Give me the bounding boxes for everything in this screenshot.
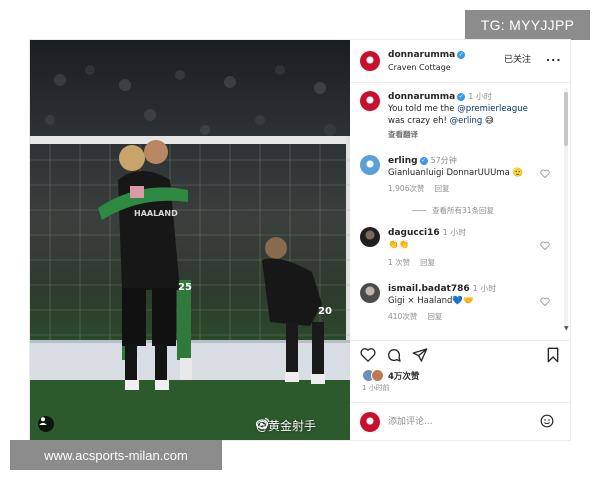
comment-avatar[interactable] xyxy=(360,155,380,175)
add-comment-bar xyxy=(350,402,570,441)
comment-meta: 1,906次赞 回复 xyxy=(388,183,459,194)
bookmark-icon[interactable] xyxy=(546,347,560,363)
liker-avatar xyxy=(371,369,384,382)
photo-scene: HAALAND 25 20 xyxy=(30,65,350,440)
send-icon[interactable] xyxy=(412,347,428,363)
comment-input[interactable] xyxy=(388,415,518,429)
verified-icon: ✓ xyxy=(419,157,428,165)
comment-avatar[interactable] xyxy=(360,227,380,247)
mention-premierleague[interactable]: @premierleague xyxy=(457,104,528,114)
reply-button[interactable]: 回复 xyxy=(420,258,435,267)
tg-badge: TG: MYYJJPP xyxy=(465,10,590,40)
caption-line-1: You told me the @premierleague xyxy=(388,104,528,114)
comment-text: 👏👏 xyxy=(388,240,410,250)
weibo-logo-icon xyxy=(256,417,270,429)
author-username[interactable]: donnarumma ✓ xyxy=(388,50,466,60)
post-side-panel: donnarumma ✓ Craven Cottage 已关注 ... donna… xyxy=(350,40,570,440)
jersey-name: HAALAND xyxy=(134,209,178,218)
weibo-tag: @黄金射手 xyxy=(256,417,316,434)
caption-line-2: was crazy eh! @erling 😅 xyxy=(388,116,494,126)
post-header: donnarumma ✓ Craven Cottage 已关注 ... xyxy=(350,40,570,83)
likes-count[interactable]: 4万次赞 xyxy=(388,370,419,382)
jersey-number-keeper: 25 xyxy=(178,282,192,293)
reply-button[interactable]: 回复 xyxy=(434,184,449,193)
emoji-icon[interactable] xyxy=(540,414,554,428)
comment-username[interactable]: dagucci16 1 小时 xyxy=(388,227,466,238)
comment-like-icon[interactable] xyxy=(540,297,550,306)
translate-link[interactable]: 查看翻译 xyxy=(388,129,418,140)
comment-icon[interactable] xyxy=(386,347,402,363)
instagram-post: HAALAND 25 20 @黄金射手 donnarumma ✓ Craven … xyxy=(30,40,570,440)
heart-icon[interactable] xyxy=(360,347,376,362)
comment-username[interactable]: ismail.badat786 1 小时 xyxy=(388,283,496,294)
author-avatar[interactable] xyxy=(360,51,380,71)
post-photo[interactable]: HAALAND 25 20 @黄金射手 xyxy=(30,40,350,440)
comment-like-icon[interactable] xyxy=(540,169,550,178)
comment-meta: 410次赞 回复 xyxy=(388,311,452,322)
scrollbar-thumb[interactable] xyxy=(564,92,568,146)
comment-meta: 1 次赞 回复 xyxy=(388,257,445,268)
verified-icon: ✓ xyxy=(457,51,466,59)
caption-username[interactable]: donnarumma ✓ 1 小时 xyxy=(388,91,492,102)
comment-like-icon[interactable] xyxy=(540,241,550,250)
comment-username[interactable]: erling ✓ 57分钟 xyxy=(388,155,457,166)
scroll-down-arrow-icon[interactable]: ▼ xyxy=(564,325,569,332)
person-icon[interactable] xyxy=(38,416,54,432)
more-options-icon[interactable]: ... xyxy=(546,51,562,64)
caption-avatar[interactable] xyxy=(360,91,380,111)
current-user-avatar xyxy=(360,412,380,432)
post-timestamp: 1 小时前 xyxy=(362,384,390,392)
comment-text: Gigi × Haaland💙🤝 xyxy=(388,296,474,306)
site-watermark: www.acsports-milan.com xyxy=(10,440,222,470)
post-location[interactable]: Craven Cottage xyxy=(388,63,451,72)
comment-like-count: 1,906次赞 xyxy=(388,184,425,193)
comment-text: Gianluanluigi DonnarUUUma 🫡 xyxy=(388,168,524,178)
comment-like-count: 1 次赞 xyxy=(388,258,411,267)
post-actions: 4万次赞 1 小时前 xyxy=(350,340,570,399)
comment-avatar[interactable] xyxy=(360,283,380,303)
mention-erling[interactable]: @erling xyxy=(450,116,483,126)
comments-list[interactable]: donnarumma ✓ 1 小时 You told me the @premier… xyxy=(350,83,570,351)
follow-status-button[interactable]: 已关注 xyxy=(504,52,531,65)
comments-scrollbar[interactable] xyxy=(564,88,568,328)
likes-summary[interactable]: 4万次赞 xyxy=(362,369,419,382)
reply-button[interactable]: 回复 xyxy=(427,312,442,321)
verified-icon: ✓ xyxy=(457,93,466,101)
view-replies-button[interactable]: 查看所有31条回复 xyxy=(412,205,494,216)
comment-like-count: 410次赞 xyxy=(388,312,418,321)
jersey-number-right: 20 xyxy=(318,306,332,317)
